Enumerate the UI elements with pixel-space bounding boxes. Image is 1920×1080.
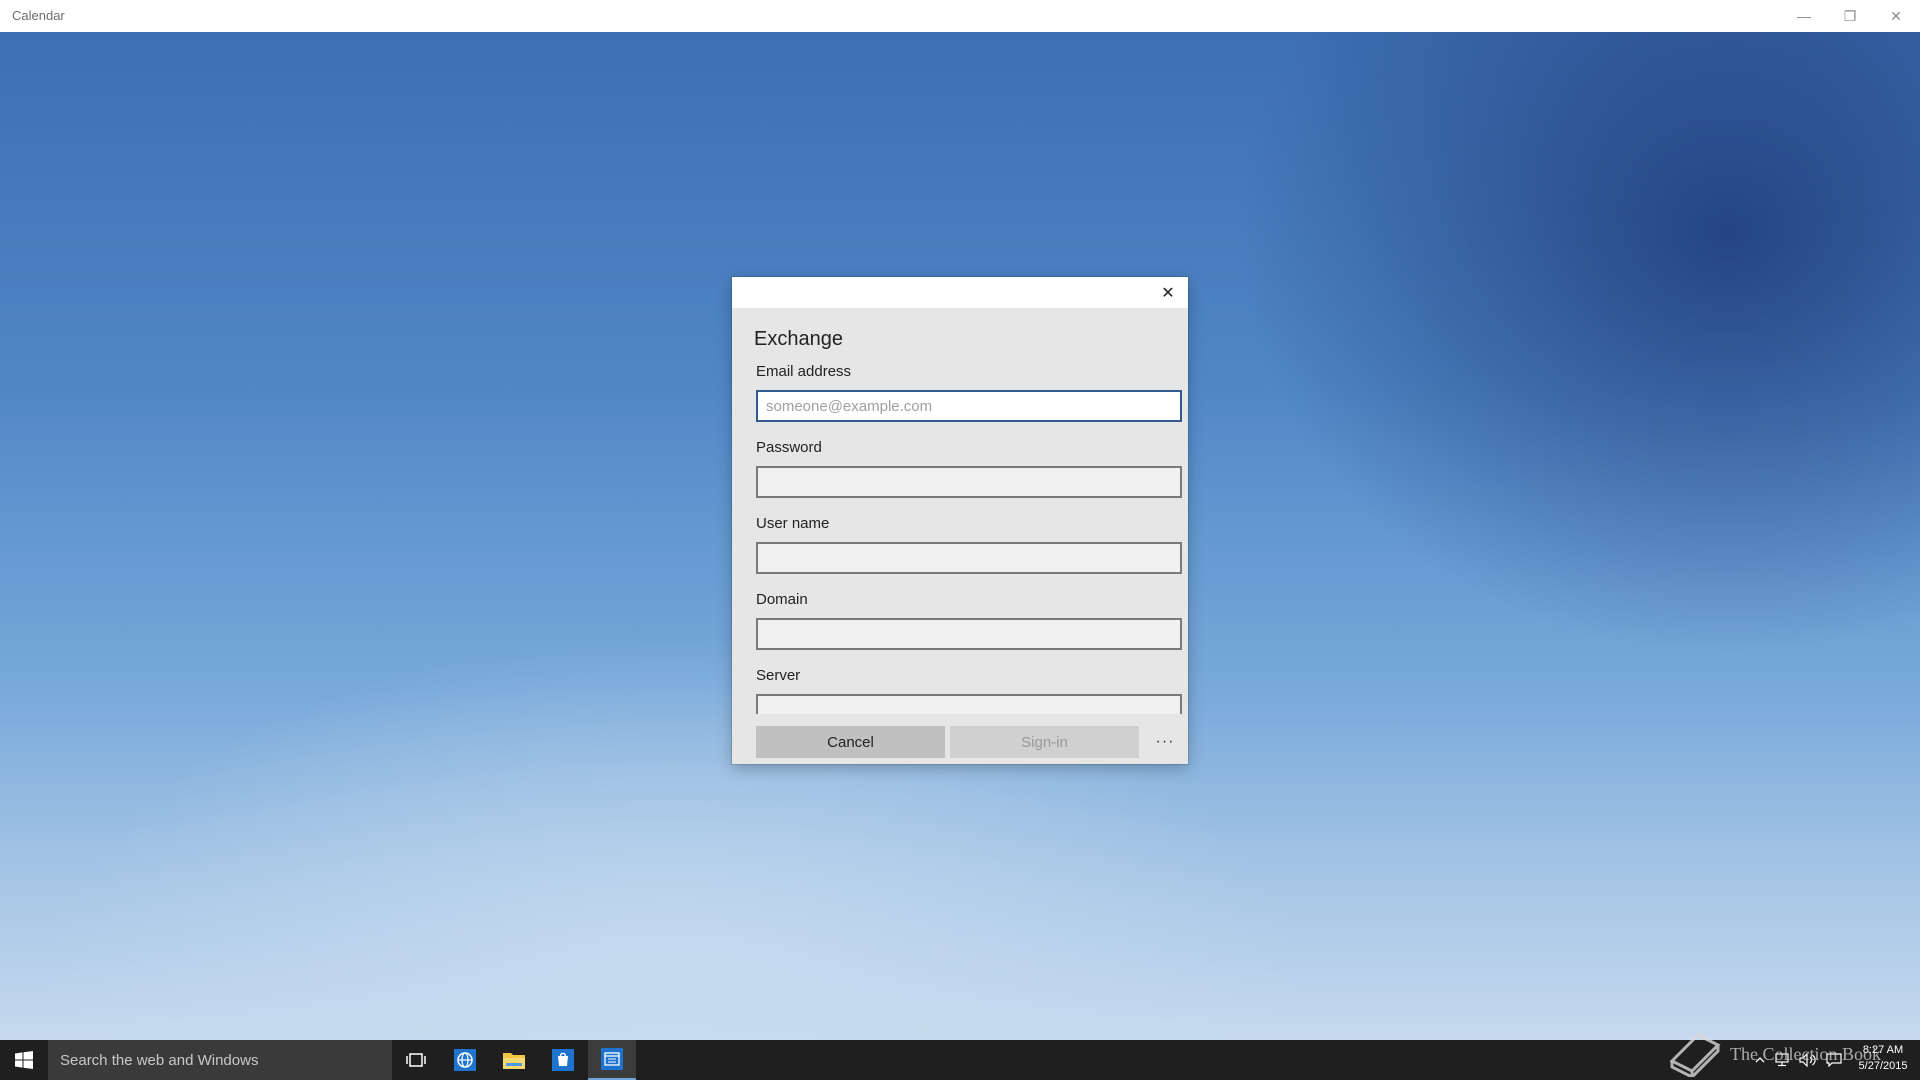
taskbar-search-box[interactable]: Search the web and Windows [48,1040,392,1080]
username-field[interactable] [756,542,1182,574]
username-label: User name [756,515,830,532]
sign-in-button[interactable]: Sign-in [950,726,1139,758]
taskbar: Search the web and Windows 8:27 AM 5/27/… [0,1040,1920,1080]
more-icon: ··· [1155,733,1175,750]
password-field[interactable] [756,466,1182,498]
server-label: Server [756,667,801,684]
domain-field[interactable] [756,618,1182,650]
watermark: The Collection Book [1668,1030,1903,1078]
password-label: Password [756,439,822,456]
calendar-app-icon [601,1048,623,1070]
more-options-button[interactable]: ··· [1150,726,1180,758]
minimize-button[interactable]: — [1781,0,1827,32]
close-icon: ✕ [1890,7,1902,24]
book-icon [1669,1033,1721,1077]
app-title-bar: Calendar — ❐ ✕ [0,0,1920,32]
dialog-title: Exchange [754,328,843,350]
start-button[interactable] [0,1040,48,1080]
edge-browser-icon [454,1049,476,1071]
taskbar-store[interactable] [539,1040,587,1080]
file-explorer-icon [503,1053,525,1069]
email-field[interactable] [756,390,1182,422]
restore-icon: ❐ [1843,7,1857,24]
search-placeholder: Search the web and Windows [60,1051,259,1069]
store-icon [552,1049,574,1071]
server-field[interactable] [756,694,1182,714]
dialog-header: ✕ [732,277,1188,308]
email-label: Email address [756,363,852,380]
minimize-icon: — [1797,8,1811,24]
app-title: Calendar [12,8,65,23]
close-window-button[interactable]: ✕ [1873,0,1919,32]
taskbar-edge-browser[interactable] [441,1040,489,1080]
close-icon: ✕ [1161,285,1175,302]
cancel-button[interactable]: Cancel [756,726,945,758]
taskbar-calendar-app[interactable] [588,1040,636,1080]
watermark-text: The Collection Book [1730,1043,1881,1064]
domain-label: Domain [756,591,808,608]
windows-start-icon [15,1051,33,1069]
taskbar-file-explorer[interactable] [490,1040,538,1080]
task-view-button[interactable] [392,1040,440,1080]
task-view-icon [406,1053,426,1067]
maximize-button[interactable]: ❐ [1827,0,1873,32]
dialog-close-button[interactable]: ✕ [1156,281,1180,305]
exchange-account-dialog: ✕ Exchange Email address Password User n… [732,277,1188,764]
